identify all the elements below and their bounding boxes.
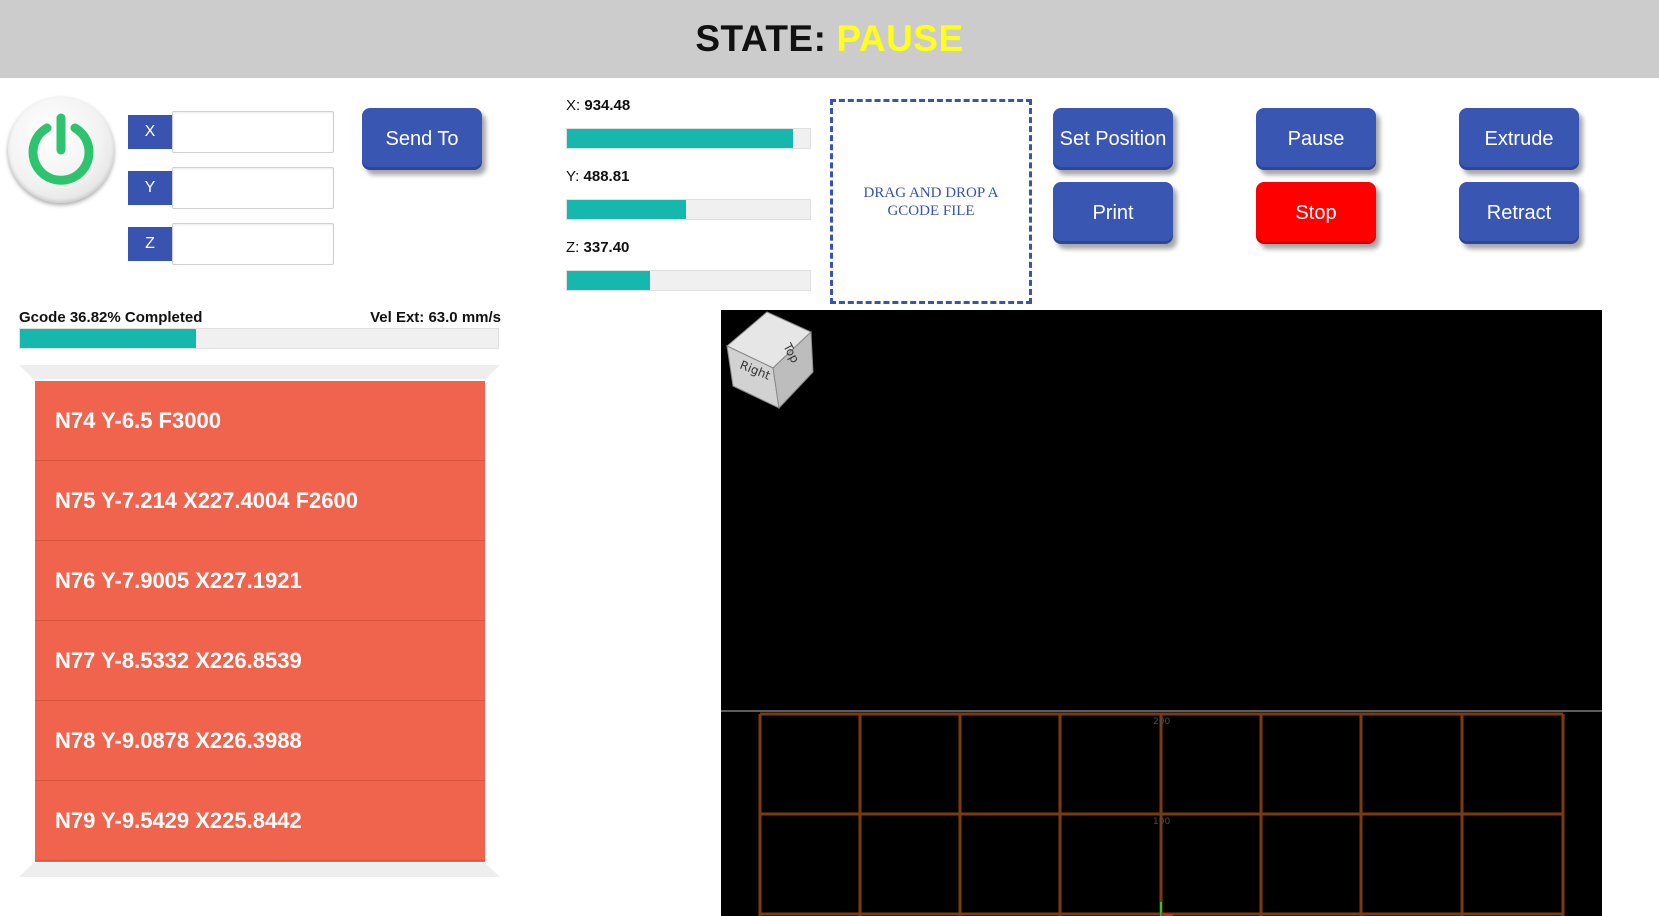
pause-button[interactable]: Pause — [1256, 108, 1376, 170]
z-position-value: 337.40 — [583, 239, 630, 256]
y-position-readout: Y: 488.81 — [566, 168, 629, 185]
axis-row-z: Z — [128, 223, 334, 265]
state-header: STATE: PAUSE — [0, 0, 1659, 78]
x-position-readout: X: 934.48 — [566, 97, 630, 114]
grid-label-200: 200 — [1153, 717, 1170, 727]
printer-control-page: STATE: PAUSE X Y Z Send To X: 934.48 Y: 4… — [0, 0, 1659, 916]
x-position-axis: X: — [566, 97, 581, 114]
gcode-line: N74 Y-6.5 F3000 — [35, 381, 485, 461]
y-position-fill — [567, 200, 687, 219]
gcode-list-bottom-cap — [19, 863, 500, 877]
y-position-bar — [566, 199, 811, 220]
view-cube[interactable]: Top Right — [726, 311, 814, 410]
gcode-list-top-cap — [19, 365, 500, 379]
state-label: STATE: — [695, 18, 827, 59]
power-icon — [28, 113, 94, 185]
axis-label-y: Y — [128, 171, 172, 205]
build-plate-grid — [758, 712, 1565, 916]
state-title: STATE: PAUSE — [695, 18, 963, 60]
y-coordinate-input[interactable] — [172, 167, 334, 209]
z-coordinate-input[interactable] — [172, 223, 334, 265]
3d-print-viewer[interactable]: Top Right 200 100 — [721, 310, 1602, 916]
retract-button[interactable]: Retract — [1459, 182, 1579, 244]
gcode-line: N76 Y-7.9005 X227.1921 — [35, 541, 485, 621]
x-coordinate-input[interactable] — [172, 111, 334, 153]
axis-label-x: X — [128, 115, 172, 149]
gcode-progress-bar — [19, 328, 499, 349]
dropzone-text: DRAG AND DROP A GCODE FILE — [863, 184, 999, 219]
state-value: PAUSE — [836, 18, 964, 59]
z-position-readout: Z: 337.40 — [566, 239, 629, 256]
gcode-progress-label: Gcode 36.82% Completed — [19, 309, 203, 326]
extrude-button[interactable]: Extrude — [1459, 108, 1579, 170]
gcode-line: N75 Y-7.214 X227.4004 F2600 — [35, 461, 485, 541]
grid-label-100: 100 — [1153, 817, 1170, 827]
gcode-line: N79 Y-9.5429 X225.8442 — [35, 781, 485, 861]
power-button[interactable] — [8, 97, 114, 203]
extruder-velocity: Vel Ext: 63.0 mm/s — [370, 309, 501, 326]
axis-label-z: Z — [128, 227, 172, 261]
y-position-value: 488.81 — [583, 168, 630, 185]
send-to-button[interactable]: Send To — [362, 108, 482, 170]
stop-button[interactable]: Stop — [1256, 182, 1376, 244]
y-position-axis: Y: — [566, 168, 580, 185]
gcode-dropzone[interactable]: DRAG AND DROP A GCODE FILE — [830, 99, 1032, 304]
gcode-list[interactable]: N74 Y-6.5 F3000 N75 Y-7.214 X227.4004 F2… — [35, 381, 485, 862]
gcode-line: N78 Y-9.0878 X226.3988 — [35, 701, 485, 781]
gcode-line: N77 Y-8.5332 X226.8539 — [35, 621, 485, 701]
viewer-canvas[interactable]: Top Right 200 100 — [721, 310, 1602, 916]
z-position-bar — [566, 270, 811, 291]
z-position-fill — [567, 271, 650, 290]
print-button[interactable]: Print — [1053, 182, 1173, 244]
axis-row-y: Y — [128, 167, 334, 209]
z-position-axis: Z: — [566, 239, 580, 256]
set-position-button[interactable]: Set Position — [1053, 108, 1173, 170]
axis-row-x: X — [128, 111, 334, 153]
gcode-progress-fill — [20, 329, 196, 348]
x-position-value: 934.48 — [584, 97, 631, 114]
x-position-fill — [567, 129, 793, 148]
x-position-bar — [566, 128, 811, 149]
